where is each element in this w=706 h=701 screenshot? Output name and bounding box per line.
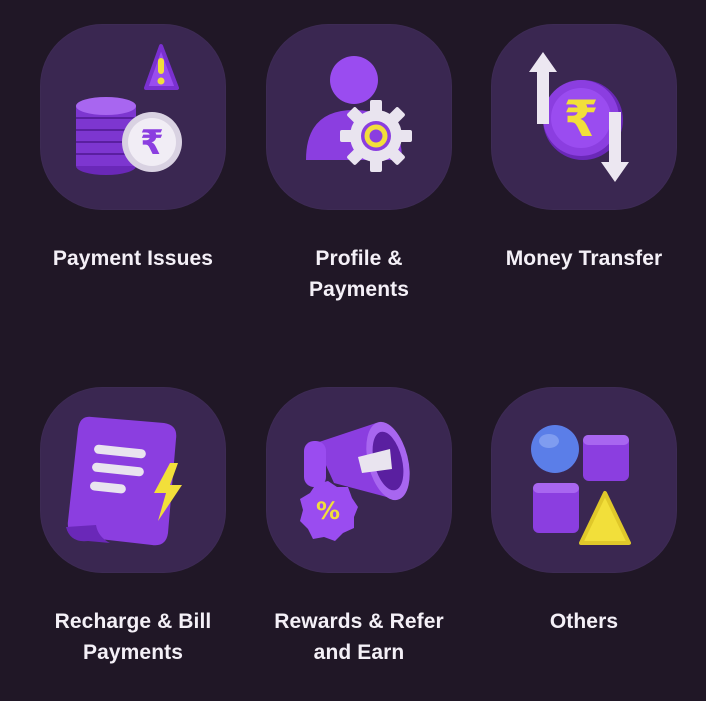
category-tile-payment-issues[interactable]: ₹ (40, 24, 226, 210)
category-label-profile-payments: Profile & Payments (308, 247, 410, 301)
category-label-others: Others (549, 610, 619, 633)
category-tile-recharge-bill[interactable] (40, 387, 226, 573)
category-tile-rewards-refer[interactable]: % (266, 387, 452, 573)
svg-text:%: % (316, 497, 340, 525)
category-label-money-transfer: Money Transfer (505, 247, 663, 270)
category-tile-others[interactable] (491, 387, 677, 573)
svg-text:₹: ₹ (140, 123, 164, 163)
category-label-rewards-refer: Rewards & Refer and Earn (274, 610, 444, 664)
svg-text:₹: ₹ (564, 90, 599, 148)
help-categories-grid: ₹ Payment Issues Profile & Payments ₹ Mo… (0, 0, 706, 701)
category-tile-profile-payments[interactable] (266, 24, 452, 210)
category-label-payment-issues: Payment Issues (52, 247, 214, 270)
profile-gear-icon (306, 56, 412, 172)
rupee-transfer-icon: ₹ (529, 52, 629, 182)
category-tile-money-transfer[interactable]: ₹ (491, 24, 677, 210)
shapes-icon (531, 425, 631, 545)
megaphone-offer-icon: % (300, 421, 410, 541)
bill-receipt-icon (66, 416, 182, 546)
coins-warning-icon: ₹ (76, 44, 182, 175)
category-label-recharge-bill: Recharge & Bill Payments (54, 610, 212, 664)
